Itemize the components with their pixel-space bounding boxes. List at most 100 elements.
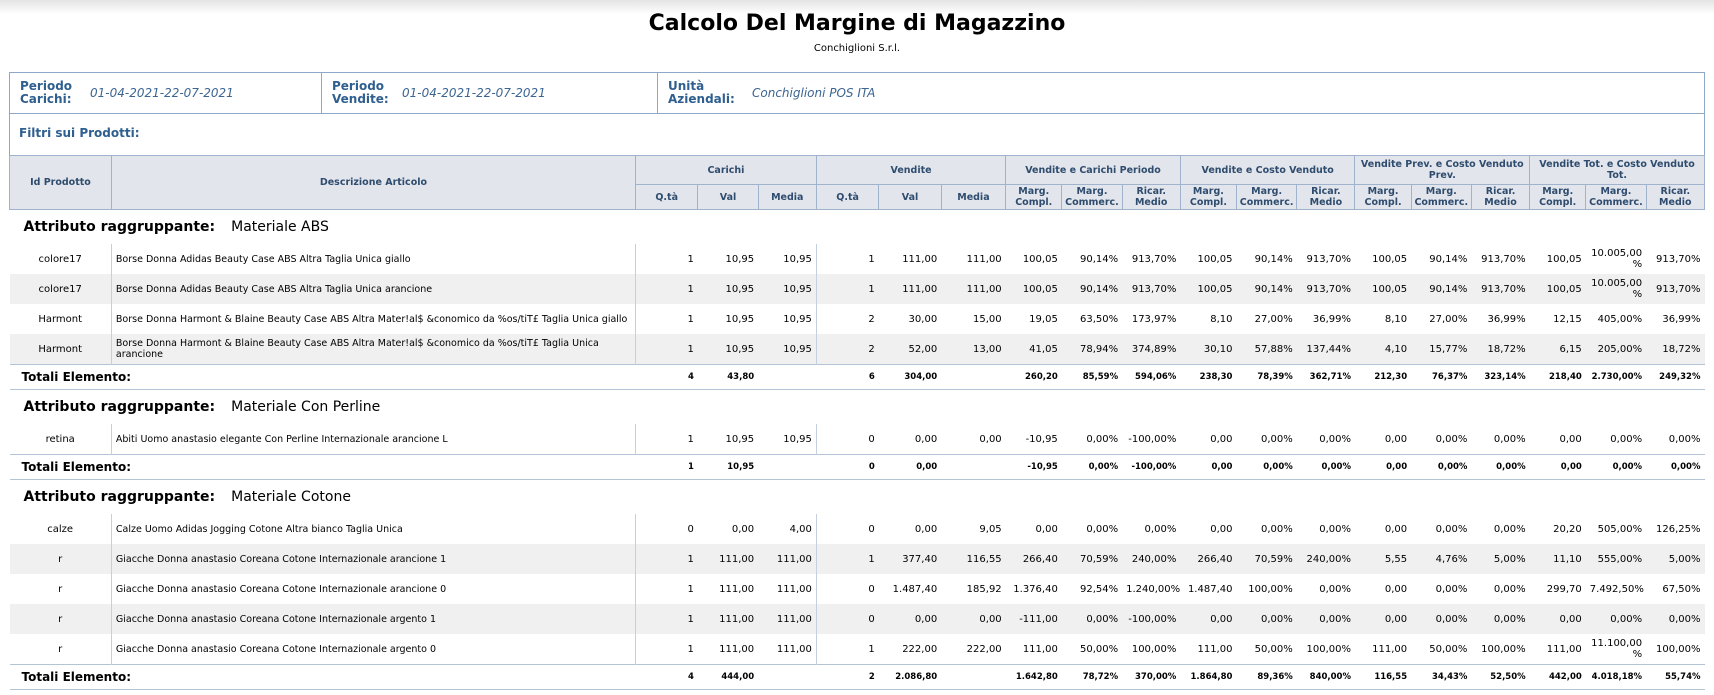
col-group-vendite-tot: Vendite Tot. e Costo Venduto Tot. bbox=[1529, 155, 1705, 185]
cell-vm: 13,00 bbox=[941, 334, 1006, 365]
cell-descrizione: Abiti Uomo anastasio elegante Con Perlin… bbox=[110, 424, 636, 455]
total-c2: 76,37% bbox=[1411, 364, 1472, 390]
col-id-prodotto: Id Prodotto bbox=[9, 155, 112, 210]
cell-b1: 0,00 bbox=[1180, 604, 1237, 634]
cell-vv: 377,40 bbox=[878, 544, 942, 574]
cell-d3: 18,72% bbox=[1646, 334, 1705, 365]
cell-c1: 0,00 bbox=[1354, 604, 1412, 634]
total-a1: 260,20 bbox=[1005, 364, 1062, 390]
total-a1: -10,95 bbox=[1005, 454, 1062, 480]
cell-a2: 0,00% bbox=[1086, 433, 1119, 445]
col-group-vendite-carichi-periodo: Vendite e Carichi Periodo bbox=[1005, 155, 1181, 185]
cell-b3: 913,70% bbox=[1306, 253, 1351, 265]
total-row: Totali Elemento: 1 10,95 0 0,00 -10,95 0,00% -1… bbox=[9, 454, 1705, 480]
cell-c2: 15,77% bbox=[1411, 334, 1472, 365]
table-row: calze Calze Uomo Adidas Jogging Cotone Al… bbox=[10, 514, 1705, 544]
total-cv: 10,95 bbox=[697, 454, 759, 480]
cell-descrizione: Giacche Donna anastasio Coreana Cotone I… bbox=[110, 604, 636, 634]
cell-c3: 36,99% bbox=[1487, 313, 1526, 325]
cell-vv: 222,00 bbox=[902, 643, 938, 655]
col-vendite-qta: Q.tà bbox=[815, 184, 880, 210]
cell-cq: 1 bbox=[634, 304, 698, 334]
cell-a3: 173,97% bbox=[1131, 313, 1177, 325]
cell-b1: 1.487,40 bbox=[1187, 583, 1233, 595]
period-vendite: Periodo Vendite: 01-04-2021-22-07-2021 bbox=[322, 73, 658, 113]
cell-b2: 50,00% bbox=[1254, 643, 1293, 655]
cell-c2: 0,00% bbox=[1435, 433, 1468, 445]
total-a2: 85,59% bbox=[1061, 364, 1123, 390]
group-header-row: Attributo raggruppante: Materiale Con Per… bbox=[10, 390, 1705, 425]
business-units-label: Unità Aziendali: bbox=[668, 79, 735, 106]
cell-c2: 90,14% bbox=[1429, 253, 1468, 265]
cell-b2: 70,59% bbox=[1236, 544, 1297, 574]
group-header-cell: Attributo raggruppante: Materiale Con Per… bbox=[10, 390, 1705, 425]
total-c2: 0,00% bbox=[1411, 454, 1472, 480]
cell-b2: 90,14% bbox=[1254, 253, 1293, 265]
group-header-row: Attributo raggruppante: Materiale ABS bbox=[10, 210, 1705, 245]
cell-vm: 0,00 bbox=[979, 433, 1002, 445]
cell-vm: 15,00 bbox=[973, 313, 1002, 325]
cell-d2: 505,00% bbox=[1597, 523, 1643, 535]
total-c1: 116,55 bbox=[1354, 664, 1412, 690]
cell-cm: 10,95 bbox=[783, 313, 812, 325]
cell-vm: 9,05 bbox=[979, 523, 1002, 535]
period-vendite-value: 01-04-2021-22-07-2021 bbox=[402, 86, 546, 100]
cell-a1: -111,00 bbox=[1005, 604, 1062, 634]
total-vq: 2 bbox=[816, 664, 879, 690]
total-b2: 0,00% bbox=[1236, 454, 1297, 480]
cell-d1: 11,10 bbox=[1529, 544, 1586, 574]
cell-b3: 0,00% bbox=[1319, 523, 1351, 535]
cell-cq: 1 bbox=[634, 244, 698, 274]
cell-c3: 0,00% bbox=[1493, 433, 1526, 445]
cell-cm: 4,00 bbox=[789, 523, 812, 535]
cell-a2: 50,00% bbox=[1079, 643, 1119, 655]
cell-b3: 36,99% bbox=[1312, 313, 1351, 325]
cell-cv: 111,00 bbox=[697, 604, 759, 634]
business-units: Unità Aziendali: Conchiglioni POS ITA bbox=[658, 73, 1704, 113]
cell-d3: 126,25% bbox=[1656, 523, 1701, 535]
total-label: Totali Elemento: bbox=[9, 664, 636, 690]
total-a2: 0,00% bbox=[1061, 454, 1123, 480]
cell-c2: 4,76% bbox=[1411, 544, 1472, 574]
cell-id-prodotto: r bbox=[58, 583, 63, 595]
cell-a1: 100,05 bbox=[1005, 274, 1062, 304]
table-row: r Giacche Donna anastasio Coreana Cotone … bbox=[10, 634, 1705, 665]
total-d3: 249,32% bbox=[1646, 364, 1705, 390]
cell-a1: 266,40 bbox=[1005, 544, 1062, 574]
cell-b2: 0,00% bbox=[1260, 523, 1293, 535]
cell-a2: 0,00% bbox=[1086, 523, 1119, 535]
cell-c1: 5,55 bbox=[1354, 544, 1412, 574]
cell-c2: 0,00% bbox=[1435, 583, 1468, 595]
total-label: Totali Elemento: bbox=[9, 364, 636, 390]
cell-d1: 20,20 bbox=[1553, 523, 1582, 535]
total-d3: 55,74% bbox=[1646, 664, 1705, 690]
margin-table: Id Prodotto Descrizione Articolo Carichi… bbox=[9, 155, 1706, 690]
cell-d1: 299,70 bbox=[1546, 583, 1582, 595]
cell-cq: 0 bbox=[634, 514, 698, 544]
cell-b3: 0,00% bbox=[1319, 433, 1351, 445]
total-b2: 89,36% bbox=[1236, 664, 1297, 690]
cell-vq: 1 bbox=[815, 244, 879, 274]
col-vtcv-ricar: Ricar. Medio bbox=[1645, 184, 1706, 210]
group-header-row: Attributo raggruppante: Materiale Cotone bbox=[10, 480, 1705, 515]
cell-d1: 0,00 bbox=[1529, 604, 1586, 634]
cell-vq: 0 bbox=[815, 514, 879, 544]
col-vcv-comm: Marg. Commerc. bbox=[1235, 184, 1298, 210]
total-a3: 594,06% bbox=[1122, 364, 1181, 390]
cell-a1: 1.376,40 bbox=[1013, 583, 1058, 595]
cell-vq: 0 bbox=[815, 604, 879, 634]
total-c3: 323,14% bbox=[1471, 364, 1530, 390]
col-group-vendite-costo-venduto: Vendite e Costo Venduto bbox=[1179, 155, 1356, 185]
table-row: colore17 Borse Donna Adidas Beauty Case A… bbox=[10, 244, 1705, 274]
cell-d1: 6,15 bbox=[1529, 334, 1586, 365]
cell-vv: 30,00 bbox=[908, 313, 938, 325]
total-b1: 1.864,80 bbox=[1180, 664, 1237, 690]
cell-cv: 10,95 bbox=[697, 274, 759, 304]
cell-b1: 266,40 bbox=[1180, 544, 1237, 574]
cell-cv: 10,95 bbox=[697, 334, 759, 365]
total-cm bbox=[758, 364, 817, 390]
cell-vm: 222,00 bbox=[966, 643, 1002, 655]
cell-c2: 90,14% bbox=[1411, 274, 1472, 304]
table-row: r Giacche Donna anastasio Coreana Cotone … bbox=[9, 544, 1705, 574]
cell-d2: 11.100,00 % bbox=[1591, 638, 1643, 660]
